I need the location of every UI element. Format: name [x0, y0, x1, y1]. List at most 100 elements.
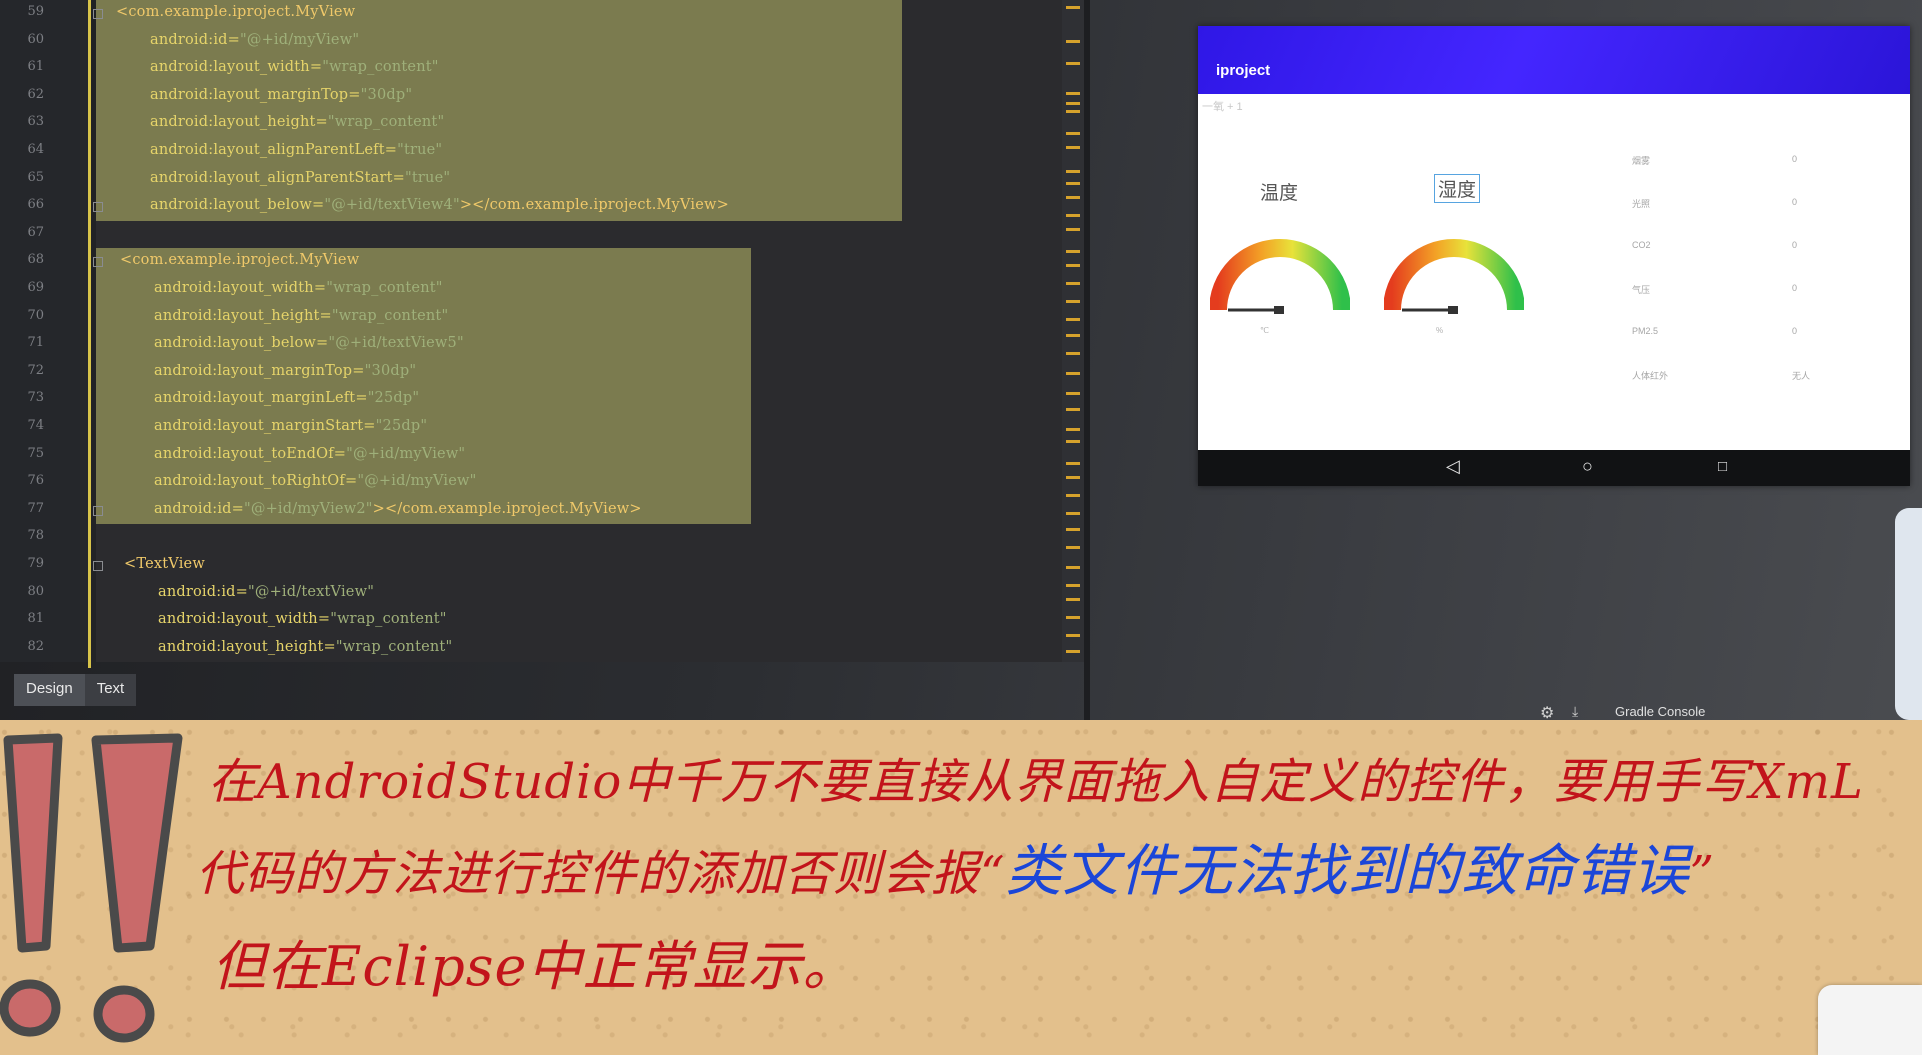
- code-line[interactable]: <TextView: [124, 556, 205, 572]
- error-stripe-mark[interactable]: [1066, 228, 1080, 231]
- fold-marker-icon[interactable]: [93, 505, 103, 516]
- reading-label: 人体红外: [1632, 371, 1669, 381]
- error-stripe-mark[interactable]: [1066, 650, 1080, 653]
- code-line[interactable]: android:layout_width="wrap_content": [154, 280, 443, 296]
- error-stripe-mark[interactable]: [1066, 408, 1080, 411]
- reading-label: 光照: [1632, 199, 1651, 209]
- code-line[interactable]: android:layout_below="@+id/textView4"></…: [150, 197, 729, 213]
- note-line-3: 但在Eclipse中正常显示。: [212, 935, 858, 998]
- code-line[interactable]: android:layout_marginTop="30dp": [154, 363, 416, 379]
- reading-value: 0: [1792, 283, 1798, 293]
- error-stripe-mark[interactable]: [1066, 528, 1080, 531]
- error-stripe-mark[interactable]: [1066, 300, 1080, 303]
- error-stripe-mark[interactable]: [1066, 110, 1080, 113]
- line-number: 61: [27, 59, 44, 75]
- error-stripe-mark[interactable]: [1066, 170, 1080, 173]
- line-number: 76: [27, 473, 44, 489]
- error-stripe-mark[interactable]: [1066, 92, 1080, 95]
- error-stripe-mark[interactable]: [1066, 62, 1080, 65]
- line-number: 82: [27, 638, 44, 654]
- editor-error-stripe[interactable]: [1062, 0, 1084, 662]
- handwritten-note: 在AndroidStudio中千万不要直接从界面拖入自定义的控件，要用手写XmL…: [0, 720, 1922, 1055]
- home-icon[interactable]: ○: [1582, 456, 1593, 477]
- error-stripe-mark[interactable]: [1066, 462, 1080, 465]
- error-stripe-mark[interactable]: [1066, 616, 1080, 619]
- panel-splitter[interactable]: [1084, 0, 1090, 720]
- note-line-2-red: 代码的方法进行控件的添加否则会报“: [196, 846, 1006, 902]
- code-line[interactable]: android:layout_toEndOf="@+id/myView": [154, 446, 465, 462]
- fold-marker-icon[interactable]: [93, 561, 103, 571]
- note-line-1: 在AndroidStudio中千万不要直接从界面拖入自定义的控件，要用手写XmL: [208, 754, 1864, 810]
- code-line[interactable]: android:id="@+id/myView2"></com.example.…: [154, 501, 642, 517]
- error-stripe-mark[interactable]: [1066, 182, 1080, 185]
- code-line[interactable]: android:layout_marginLeft="25dp": [154, 390, 419, 406]
- caret-column-marker: [88, 0, 91, 668]
- code-line[interactable]: android:layout_alignParentStart="true": [150, 170, 450, 186]
- error-stripe-mark[interactable]: [1066, 584, 1080, 587]
- line-number: 68: [27, 252, 44, 268]
- fold-marker-icon[interactable]: [93, 202, 103, 213]
- error-stripe-mark[interactable]: [1066, 334, 1080, 337]
- error-stripe-mark[interactable]: [1066, 6, 1080, 9]
- error-stripe-mark[interactable]: [1066, 372, 1080, 375]
- tab-text[interactable]: Text: [84, 674, 137, 706]
- error-stripe-mark[interactable]: [1066, 546, 1080, 549]
- error-stripe-mark[interactable]: [1066, 102, 1080, 105]
- gear-icon[interactable]: ⚙: [1540, 703, 1554, 720]
- device-preview: iproject 一氧 + 1 温度 湿度 ℃ % 烟雾 0 光照 0 CO2 …: [1198, 26, 1910, 486]
- note-line-2: 代码的方法进行控件的添加否则会报“类文件无法找到的致命错误”: [196, 826, 1715, 907]
- code-line[interactable]: android:layout_height="wrap_content": [158, 639, 452, 655]
- back-icon[interactable]: ◁: [1446, 456, 1460, 477]
- side-panel-edge: [1895, 508, 1922, 720]
- code-line[interactable]: android:id="@+id/myView": [150, 32, 359, 48]
- code-line[interactable]: android:layout_below="@+id/textView5": [154, 335, 464, 351]
- reading-label: 气压: [1632, 285, 1651, 295]
- code-line[interactable]: android:id="@+id/textView": [158, 584, 374, 600]
- code-line[interactable]: <com.example.iproject.MyView: [116, 4, 355, 20]
- code-line[interactable]: android:layout_height="wrap_content": [150, 114, 444, 130]
- reading-label: 烟雾: [1632, 156, 1651, 166]
- error-stripe-mark[interactable]: [1066, 392, 1080, 395]
- reading-value: 0: [1792, 197, 1798, 207]
- line-number: 79: [27, 556, 44, 571]
- error-stripe-mark[interactable]: [1066, 440, 1080, 443]
- error-stripe-mark[interactable]: [1066, 598, 1080, 601]
- error-stripe-mark[interactable]: [1066, 352, 1080, 355]
- code-line[interactable]: android:layout_width="wrap_content": [150, 59, 439, 75]
- line-number: 60: [27, 31, 44, 47]
- gradle-console-tab[interactable]: Gradle Console: [1615, 704, 1705, 719]
- error-stripe-mark[interactable]: [1066, 318, 1080, 321]
- line-number: 75: [27, 445, 44, 461]
- line-number: 59: [27, 4, 44, 19]
- code-line[interactable]: android:layout_marginStart="25dp": [154, 418, 427, 434]
- code-line[interactable]: android:layout_marginTop="30dp": [150, 87, 412, 103]
- note-line-2-end: ”: [1689, 846, 1716, 902]
- error-stripe-mark[interactable]: [1066, 132, 1080, 135]
- fold-marker-icon[interactable]: [93, 257, 103, 268]
- error-stripe-mark[interactable]: [1066, 494, 1080, 497]
- recents-icon[interactable]: □: [1718, 458, 1727, 475]
- error-stripe-mark[interactable]: [1066, 476, 1080, 479]
- error-stripe-mark[interactable]: [1066, 634, 1080, 637]
- xml-code-editor[interactable]: <com.example.iproject.MyView android:id="…: [96, 0, 1084, 662]
- error-stripe-mark[interactable]: [1066, 264, 1080, 267]
- error-stripe-mark[interactable]: [1066, 428, 1080, 431]
- error-stripe-mark[interactable]: [1066, 250, 1080, 253]
- error-stripe-mark[interactable]: [1066, 566, 1080, 569]
- error-stripe-mark[interactable]: [1066, 512, 1080, 515]
- app-title: iproject: [1216, 62, 1271, 79]
- error-stripe-mark[interactable]: [1066, 146, 1080, 149]
- error-stripe-mark[interactable]: [1066, 282, 1080, 285]
- code-line[interactable]: android:layout_alignParentLeft="true": [150, 142, 442, 158]
- code-line[interactable]: android:layout_toRightOf="@+id/myView": [154, 473, 477, 489]
- code-line[interactable]: <com.example.iproject.MyView: [120, 252, 359, 268]
- error-stripe-mark[interactable]: [1066, 40, 1080, 43]
- error-stripe-mark[interactable]: [1066, 196, 1080, 199]
- reading-value: 0: [1792, 326, 1798, 336]
- error-stripe-mark[interactable]: [1066, 214, 1080, 217]
- code-line[interactable]: android:layout_height="wrap_content": [154, 308, 448, 324]
- code-line[interactable]: android:layout_width="wrap_content": [158, 611, 447, 627]
- fold-marker-icon[interactable]: [93, 9, 103, 19]
- download-icon[interactable]: ⤓: [1572, 703, 1578, 720]
- tab-design[interactable]: Design: [14, 674, 85, 706]
